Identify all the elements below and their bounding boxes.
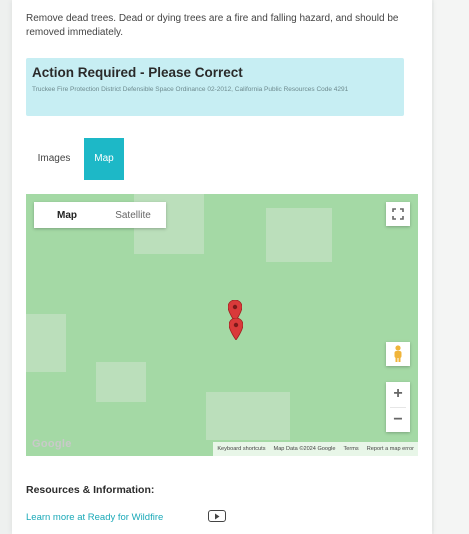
map-type-control: Map Satellite: [34, 202, 166, 228]
ready-for-wildfire-link[interactable]: Learn more at Ready for Wildfire: [26, 512, 163, 523]
map-building: [206, 392, 290, 440]
street-view-button[interactable]: [386, 342, 410, 366]
map-view[interactable]: Map Satellite + − Google Keyboard shortc…: [26, 194, 418, 456]
map-building: [96, 362, 146, 402]
alert-subtitle: Truckee Fire Protection District Defensi…: [32, 86, 349, 93]
action-required-alert: Action Required - Please Correct Truckee…: [26, 58, 404, 116]
report-error-link[interactable]: Report a map error: [367, 442, 414, 456]
map-type-map-button[interactable]: Map: [34, 210, 100, 221]
zoom-out-button[interactable]: −: [386, 408, 410, 433]
fullscreen-icon: [392, 208, 404, 220]
map-pin-icon[interactable]: [229, 318, 243, 340]
alert-title: Action Required - Please Correct: [32, 65, 243, 80]
zoom-in-button[interactable]: +: [386, 382, 410, 407]
google-logo: Google: [32, 438, 72, 450]
external-link-icon[interactable]: [208, 510, 226, 522]
pegman-icon: [394, 345, 402, 362]
fullscreen-button[interactable]: [386, 202, 410, 226]
map-type-satellite-button[interactable]: Satellite: [100, 210, 166, 221]
item-description: Remove dead trees. Dead or dying trees a…: [26, 13, 399, 38]
zoom-control: + −: [386, 382, 410, 432]
map-building: [266, 208, 332, 262]
keyboard-shortcuts-link[interactable]: Keyboard shortcuts: [217, 442, 265, 456]
tab-map[interactable]: Map: [84, 138, 124, 180]
right-panel: [434, 0, 469, 534]
play-arrow-icon: [215, 513, 220, 519]
map-data-label: Map Data ©2024 Google: [273, 446, 336, 452]
resources-title: Resources & Information:: [26, 484, 155, 496]
tab-images[interactable]: Images: [32, 138, 76, 180]
terms-link[interactable]: Terms: [344, 442, 359, 456]
map-building: [26, 314, 66, 372]
inspection-card: Remove dead trees. Dead or dying trees a…: [12, 0, 432, 534]
map-attribution: Keyboard shortcuts Map Data ©2024 Google…: [213, 442, 418, 456]
